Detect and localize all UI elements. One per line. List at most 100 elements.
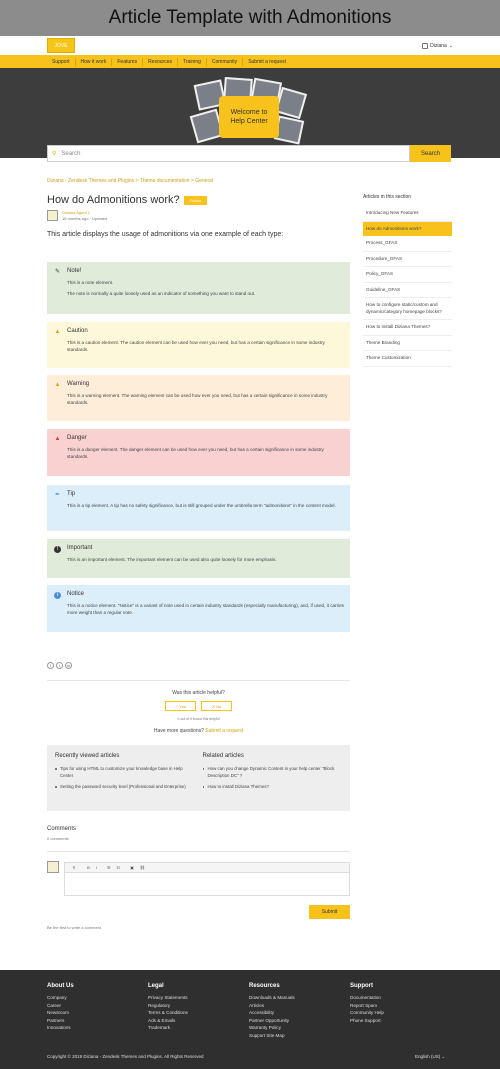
footer-link[interactable]: Partners [47,1017,74,1025]
footer-link[interactable]: Company [47,994,74,1002]
admonition-important: ! Important This is an important element… [47,539,350,578]
nav-item-community[interactable]: Community [207,57,244,66]
user-menu[interactable]: Diziana ⌄ [422,42,453,49]
paragraph-icon[interactable]: ¶ [73,865,75,870]
welcome-line-2: Help Center [230,118,268,125]
sidebar-article-link[interactable]: Procedure_GFAS [363,252,452,267]
breadcrumb[interactable]: Diziana - Zendesk Themes and Plugins > T… [47,178,213,184]
comment-editor[interactable]: ¶ B I ☰ ☷ ▣ ⛓ [64,862,350,896]
sidebar-article-link[interactable]: Theme Customization [363,351,452,367]
nav-item-how-it-work[interactable]: How it work [76,57,113,66]
footer-link[interactable]: Community Help [350,1009,384,1017]
submit-comment-button[interactable]: Submit [309,905,350,919]
bullet-list-icon[interactable]: ☰ [107,865,111,870]
sidebar-article-link-active[interactable]: How do Admonitions work? [363,221,452,236]
search-button[interactable]: Search [410,145,451,162]
recent-article-link[interactable]: Setting the password security level (Pro… [55,783,195,790]
helpful-question: Was this article helpful? [172,690,225,696]
footer-link[interactable]: Warranty Policy [249,1024,295,1032]
logo[interactable]: JOVE [47,38,75,53]
admonition-text: This is a danger element. The danger ele… [67,447,324,459]
twitter-icon[interactable]: t [56,662,63,669]
recent-article-link[interactable]: Tips for using HTML to customize your kn… [55,765,195,779]
admonition-text: This is an important element. The import… [67,557,277,562]
sidebar-article-link[interactable]: Process_GFAS [363,236,452,252]
yes-button[interactable]: ✓ Yes [165,701,196,711]
search-input[interactable]: ⚲ Search [47,145,410,162]
no-button[interactable]: ✕ No [201,701,232,711]
bold-icon[interactable]: B [87,865,90,870]
follow-button[interactable]: Follow [183,195,208,205]
avatar[interactable] [47,210,58,221]
admonition-title: Notice [67,591,85,597]
nav-item-resources[interactable]: Resources [143,57,178,66]
footer-heading: Support [350,983,373,989]
footer-link[interactable]: Trademark [148,1024,188,1032]
admonition-title: Important [67,545,93,551]
footer-support: Support Documentation Report Spam Commun… [350,983,384,1024]
warning-triangle-icon: ▲ [54,382,61,388]
admonition-warning: ▲ Warning This is a warning element. The… [47,375,350,421]
linkedin-icon[interactable]: in [65,662,72,669]
hero-photo [274,86,308,120]
user-icon [422,42,429,49]
footer-link[interactable]: Regulatory [148,1002,188,1010]
footer-link[interactable]: Support Site Map [249,1032,295,1040]
link-icon[interactable]: ⛓ [140,865,145,870]
recent-articles-title: Recently viewed articles [55,753,120,759]
admonition-title: Tip [67,491,76,497]
sidebar-article-link[interactable]: How to configure static/custom and dynam… [363,298,452,320]
avatar [47,861,59,873]
italic-icon[interactable]: I [96,865,97,870]
footer-link[interactable]: Downloads & Manuals [249,994,295,1002]
footer-link[interactable]: Ads & Emails [148,1017,188,1025]
divider [47,851,350,852]
pencil-icon: ✎ [54,269,61,275]
numbered-list-icon[interactable]: ☷ [117,865,121,870]
language-selector[interactable]: English (US) ⌄ [415,1054,445,1060]
image-icon[interactable]: ▣ [130,865,134,870]
submit-request-link[interactable]: Submit a request [205,728,243,734]
sidebar-article-link[interactable]: Theme Branding [363,336,452,351]
comments-title: Comments [47,826,77,832]
footer-link[interactable]: Privacy Statements [148,994,188,1002]
welcome-bubble: Welcome to Help Center [219,96,279,138]
nav-item-features[interactable]: Features [112,57,144,66]
footer-link[interactable]: Newsroom [47,1009,74,1017]
sidebar-article-link[interactable]: Policy_GFAS [363,267,452,283]
footer-heading: Resources [249,983,280,989]
more-questions-text: Have more questions? [153,728,204,734]
footer-link[interactable]: Report Spam [350,1002,384,1010]
footer-link[interactable]: Phone Support [350,1017,384,1025]
sidebar-article-link[interactable]: Introducing New Features [363,206,452,222]
admonition-text: This is a caution element. The caution e… [67,340,325,352]
sidebar-article-link[interactable]: How to install Diziana Themes? [363,320,452,336]
footer-link[interactable]: Partner Opportunity [249,1017,295,1025]
footer-link[interactable]: Documentation [350,994,384,1002]
footer-legal: Legal Privacy Statements Regulatory Term… [148,983,188,1032]
footer: About Us Company Career Newsroom Partner… [0,970,500,1069]
first-comment-hint: Be the first to write a comment. [47,925,103,930]
footer-link[interactable]: Accessibility [249,1009,295,1017]
sidebar-title: Articles in this section [363,194,412,200]
related-article-link[interactable]: How can you change Dynamic Content in yo… [202,765,343,779]
footer-about: About Us Company Career Newsroom Partner… [47,983,74,1032]
footer-link[interactable]: Career [47,1002,74,1010]
admonition-tip: ✒ Tip This is a tip element. A tip has n… [47,485,350,531]
warning-triangle-icon: ▲ [54,329,61,335]
admonition-title: Caution [67,328,88,334]
nav-item-support[interactable]: Support [47,57,76,66]
info-circle-icon: i [54,592,61,599]
sidebar-article-link[interactable]: Guideline_GFAS [363,283,452,298]
nav-item-training[interactable]: Training [178,57,207,66]
search-placeholder: Search [61,150,81,157]
footer-link[interactable]: Terms & Conditions [148,1009,188,1017]
admonition-caution: ▲ Caution This is a caution element. The… [47,322,350,368]
admonition-text: This is a notice element. "Notice" is a … [67,603,344,615]
footer-link[interactable]: Articles [249,1002,295,1010]
facebook-icon[interactable]: f [47,662,54,669]
nav-item-submit-request[interactable]: Submit a request [243,58,291,66]
footer-link[interactable]: Innovations [47,1024,74,1032]
related-article-link[interactable]: How to install Diziana Themes? [202,783,343,790]
admonition-title: Danger [67,435,87,441]
